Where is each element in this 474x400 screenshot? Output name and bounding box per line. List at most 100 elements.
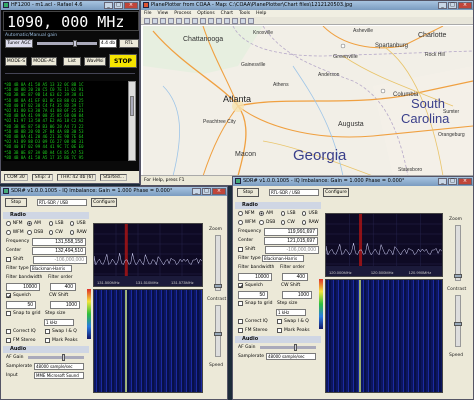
mode-radio[interactable] [27,221,32,226]
map-canvas[interactable]: Chattanooga Knoxville Asheville Charlott… [143,26,473,176]
toolbar-button-icon[interactable] [248,18,254,24]
maximize-button[interactable]: □ [114,2,123,9]
zoom-slider[interactable] [454,225,462,281]
squelch-field[interactable]: 50 [6,300,36,309]
mode-radio[interactable] [27,230,32,235]
radio-section-header[interactable]: Radio [235,202,321,209]
filter-type-select[interactable]: Blackman-Harris [262,255,304,262]
start-stop-button[interactable]: Stop [5,198,27,207]
mode-radio[interactable] [259,211,264,216]
stop-button[interactable]: STOP [109,54,137,68]
shift-field[interactable]: -106,000,000 [265,245,319,254]
configure-button[interactable]: Configure [91,198,117,207]
toolbar-button-icon[interactable] [152,18,158,24]
minimize-button[interactable]: _ [438,2,447,9]
squelch-field[interactable]: 50 [238,290,268,299]
toolbar-button-icon[interactable] [224,18,230,24]
gain-slider-track[interactable] [37,40,97,47]
fm-stereo-checkbox[interactable] [6,338,11,343]
wav-button[interactable]: WavMsi [84,57,106,66]
filter-order-field[interactable]: 400 [50,282,76,291]
af-gain-slider[interactable] [260,344,316,351]
mode-radio[interactable] [6,221,11,226]
mode-radio[interactable] [259,220,264,225]
maximize-button[interactable]: □ [448,2,457,9]
af-gain-thumb[interactable] [294,344,297,351]
tuning-marker[interactable] [359,214,363,268]
toolbar-button-icon[interactable] [200,18,206,24]
menu-item[interactable]: Chart [221,10,233,17]
squelch-checkbox[interactable] [238,283,243,288]
toolbar-button-icon[interactable] [168,18,174,24]
mode-radio[interactable] [69,230,75,235]
toolbar-button-icon[interactable] [176,18,182,24]
samplerate-select[interactable]: 48000 sample/sec [266,353,316,360]
fm-stereo-checkbox[interactable] [238,328,243,333]
listing-scrollbar[interactable] [128,81,136,161]
scrollbar-thumb[interactable] [130,96,134,116]
step-size-select[interactable]: 1 kHz [276,309,306,316]
snap-checkbox[interactable] [6,311,11,316]
af-gain-slider[interactable] [28,354,84,361]
snap-checkbox[interactable] [238,301,243,306]
filter-bandwidth-field[interactable]: 10000 [6,282,40,291]
mode-radio[interactable] [238,220,243,225]
cw-shift-field[interactable]: 1000 [50,300,80,309]
minimize-button[interactable]: _ [438,178,447,185]
tuner-agc-button[interactable]: Tuner AGC [5,39,33,48]
close-button[interactable]: × [458,178,472,185]
contrast-slider[interactable] [214,305,222,357]
spectrum-display[interactable]: 131.500MHz 131.510MHz 131.573MHz [93,223,204,287]
waterfall-display[interactable] [325,279,443,393]
menu-item[interactable]: File [144,10,152,17]
frequency-field[interactable]: 119,991,697 [264,227,318,236]
correct-iq-checkbox[interactable] [6,329,11,334]
shift-checkbox[interactable] [238,247,243,252]
menu-item[interactable]: Options [197,10,214,17]
menu-item[interactable]: Help [256,10,266,17]
audio-section-header[interactable]: Audio [3,346,89,353]
mode-radio[interactable] [280,220,286,225]
mark-peaks-checkbox[interactable] [45,338,50,343]
close-button[interactable]: × [212,188,226,195]
spectrum-display[interactable]: 120.000MHz 120.500MHz 120.990MHz [325,213,444,277]
start-stop-button[interactable]: Stop [237,188,259,197]
contrast-thumb[interactable] [214,332,222,336]
audio-section-header[interactable]: Audio [235,336,321,343]
mode-radio[interactable] [6,230,11,235]
close-button[interactable]: × [124,2,138,9]
af-gain-thumb[interactable] [62,354,65,361]
map-view[interactable]: Chattanooga Knoxville Asheville Charlott… [143,26,473,176]
zoom-slider[interactable] [214,235,222,291]
mode-radio[interactable] [48,221,54,226]
rtl-agc-button[interactable]: RTL AGC [119,39,139,54]
mode-radio[interactable] [280,211,286,216]
filter-order-field[interactable]: 400 [282,272,308,281]
menu-item[interactable]: View [158,10,169,17]
configure-button[interactable]: Configure [323,188,349,197]
radio-section-header[interactable]: Radio [3,212,89,219]
maximize-button[interactable]: □ [448,178,457,185]
close-button[interactable]: × [458,2,472,9]
mark-peaks-checkbox[interactable] [277,328,282,333]
swap-iq-checkbox[interactable] [277,319,282,324]
mode-radio[interactable] [301,220,307,225]
source-select[interactable]: RTL-SDR / USB [37,199,87,206]
waterfall-display[interactable] [93,289,203,393]
contrast-thumb[interactable] [454,322,462,326]
center-field[interactable]: 121,015,697 [264,236,318,245]
center-field[interactable]: 132,494,510 [32,246,86,255]
correct-iq-checkbox[interactable] [238,319,243,324]
list-button[interactable]: List [63,57,81,66]
samplerate-select[interactable]: 48000 sample/sec [34,363,84,370]
toolbar-button-icon[interactable] [240,18,246,24]
shift-checkbox[interactable] [6,257,11,262]
toolbar-button-icon[interactable] [232,18,238,24]
menu-item[interactable]: Process [174,10,191,17]
minimize-button[interactable]: _ [192,188,201,195]
source-select[interactable]: RTL-SDR / USB [269,189,319,196]
shift-field[interactable]: -106,000,000 [33,255,87,264]
title-bar[interactable]: SDR# v1.0.0.1005 - IQ Imbalance: Gain = … [1,187,227,196]
mode-ac-button[interactable]: MODE-AC [31,57,57,66]
mode-radio[interactable] [48,230,54,235]
